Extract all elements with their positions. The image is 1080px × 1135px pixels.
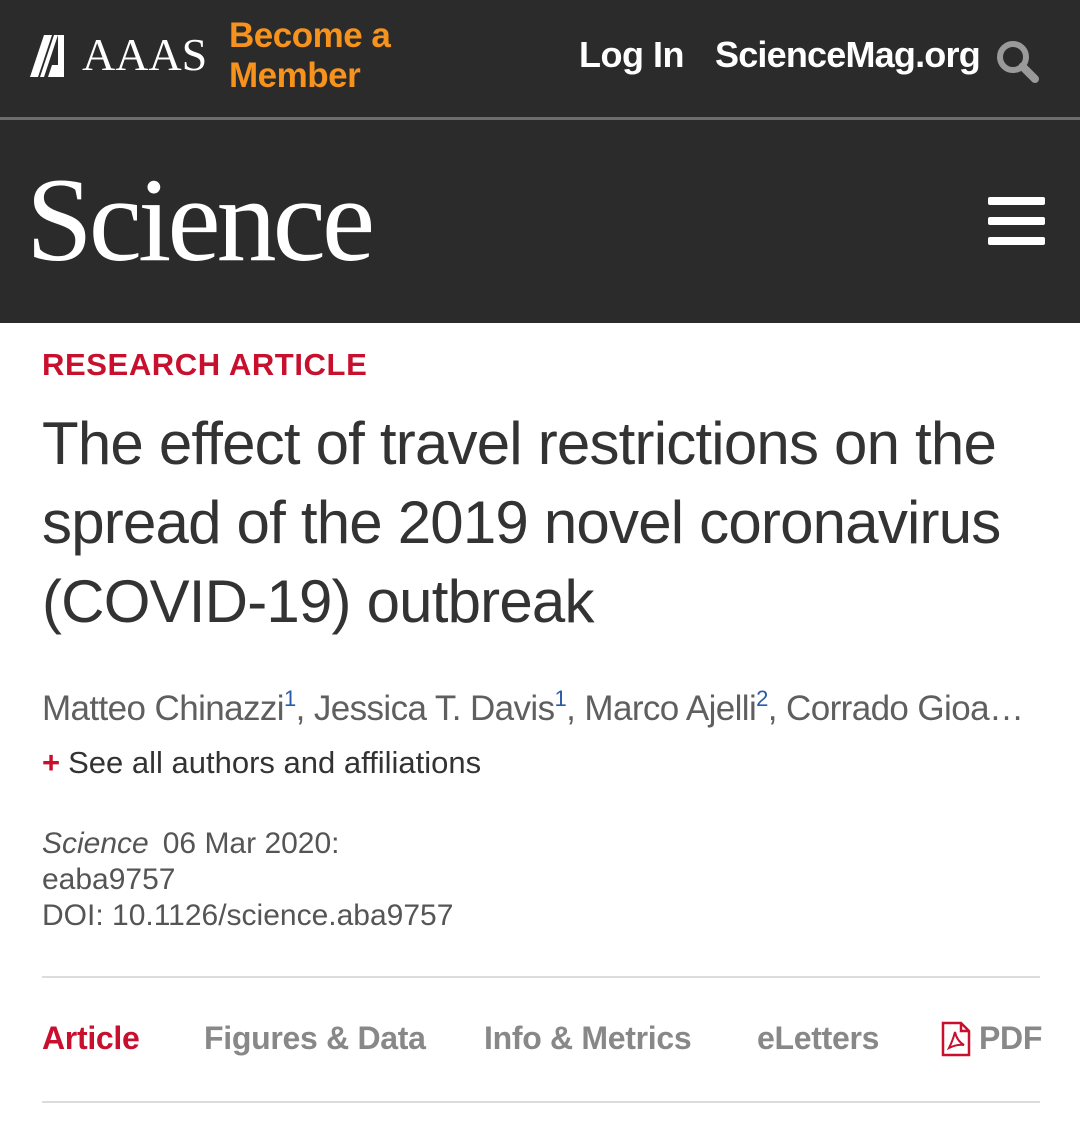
tab-figures-data[interactable]: Figures & Data bbox=[204, 1020, 426, 1057]
aaas-logo-icon bbox=[30, 35, 64, 77]
tab-info-metrics[interactable]: Info & Metrics bbox=[484, 1020, 692, 1057]
author-link[interactable]: Jessica T. Davis bbox=[314, 689, 555, 728]
citation-block: Science 06 Mar 2020: eaba9757 DOI: 10.112… bbox=[42, 826, 453, 934]
sciencemag-link[interactable]: ScienceMag.org bbox=[715, 34, 981, 76]
affiliation-marker: 1 bbox=[283, 686, 296, 711]
science-masthead: Science bbox=[0, 120, 1080, 323]
article-type-label: RESEARCH ARTICLE bbox=[42, 347, 368, 382]
author-link[interactable]: Marco Ajelli bbox=[584, 689, 756, 728]
article-id: eaba9757 bbox=[42, 863, 176, 896]
science-logo[interactable]: Science bbox=[26, 160, 375, 280]
aaas-logo[interactable]: AAAS bbox=[28, 29, 208, 80]
affiliation-marker: 1 bbox=[554, 686, 567, 711]
login-link[interactable]: Log In bbox=[579, 34, 684, 76]
plus-icon: + bbox=[42, 745, 61, 780]
see-all-authors-label: See all authors and affiliations bbox=[68, 745, 482, 780]
pdf-icon[interactable] bbox=[941, 1021, 971, 1057]
article-title: The effect of travel restrictions on the… bbox=[42, 410, 1001, 635]
tab-eletters[interactable]: eLetters bbox=[757, 1020, 879, 1057]
journal-name: Science bbox=[42, 827, 149, 860]
tab-article[interactable]: Article bbox=[42, 1020, 140, 1057]
aaas-wordmark: AAAS bbox=[82, 29, 208, 80]
tab-pdf[interactable]: PDF bbox=[979, 1020, 1042, 1057]
author-link[interactable]: Corrado Gioa… bbox=[786, 689, 1024, 728]
aaas-header: AAAS Become a Member Log In ScienceMag.o… bbox=[0, 0, 1080, 118]
affiliation-marker: 2 bbox=[756, 686, 768, 711]
tabs-divider-bottom bbox=[42, 1101, 1040, 1103]
become-member-link[interactable]: Become a Member bbox=[229, 16, 399, 96]
search-icon[interactable] bbox=[994, 38, 1040, 84]
author-list: Matteo Chinazzi1, Jessica T. Davis1, Mar… bbox=[42, 686, 1024, 728]
doi: DOI: 10.1126/science.aba9757 bbox=[42, 899, 454, 932]
tabs-divider-top bbox=[42, 976, 1040, 978]
see-all-authors-toggle[interactable]: + See all authors and affiliations bbox=[42, 745, 481, 781]
author-link[interactable]: Matteo Chinazzi bbox=[42, 689, 285, 728]
publication-date: 06 Mar 2020: bbox=[162, 827, 340, 860]
hamburger-menu-icon[interactable] bbox=[988, 197, 1045, 245]
